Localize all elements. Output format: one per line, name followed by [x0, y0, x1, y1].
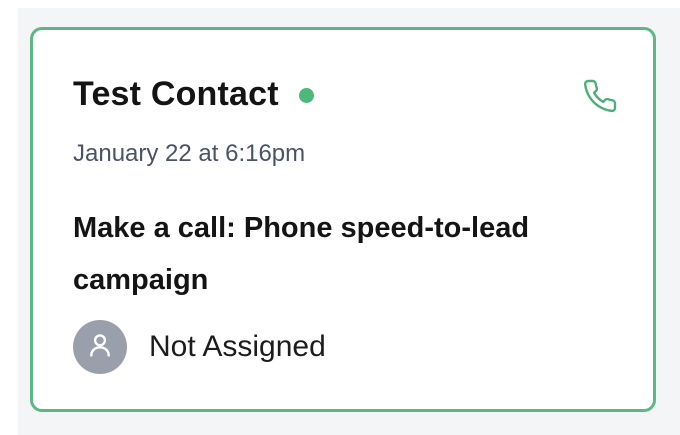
task-title[interactable]: Make a call: Phone speed-to-lead campaig…: [73, 202, 633, 306]
assignee-label: Not Assigned: [149, 330, 326, 363]
avatar: [73, 320, 127, 374]
call-button[interactable]: [580, 78, 620, 118]
status-indicator: [298, 88, 314, 103]
assignee-selector[interactable]: Not Assigned: [73, 320, 326, 374]
canvas: Test Contact January 22 at 6:16pm Make a…: [0, 0, 680, 435]
phone-icon: [582, 78, 618, 119]
card-header: Test Contact: [73, 75, 314, 114]
timestamp: January 22 at 6:16pm: [73, 140, 306, 167]
contact-name[interactable]: Test Contact: [73, 75, 279, 114]
task-card[interactable]: Test Contact January 22 at 6:16pm Make a…: [30, 27, 656, 412]
user-icon: [86, 331, 114, 364]
